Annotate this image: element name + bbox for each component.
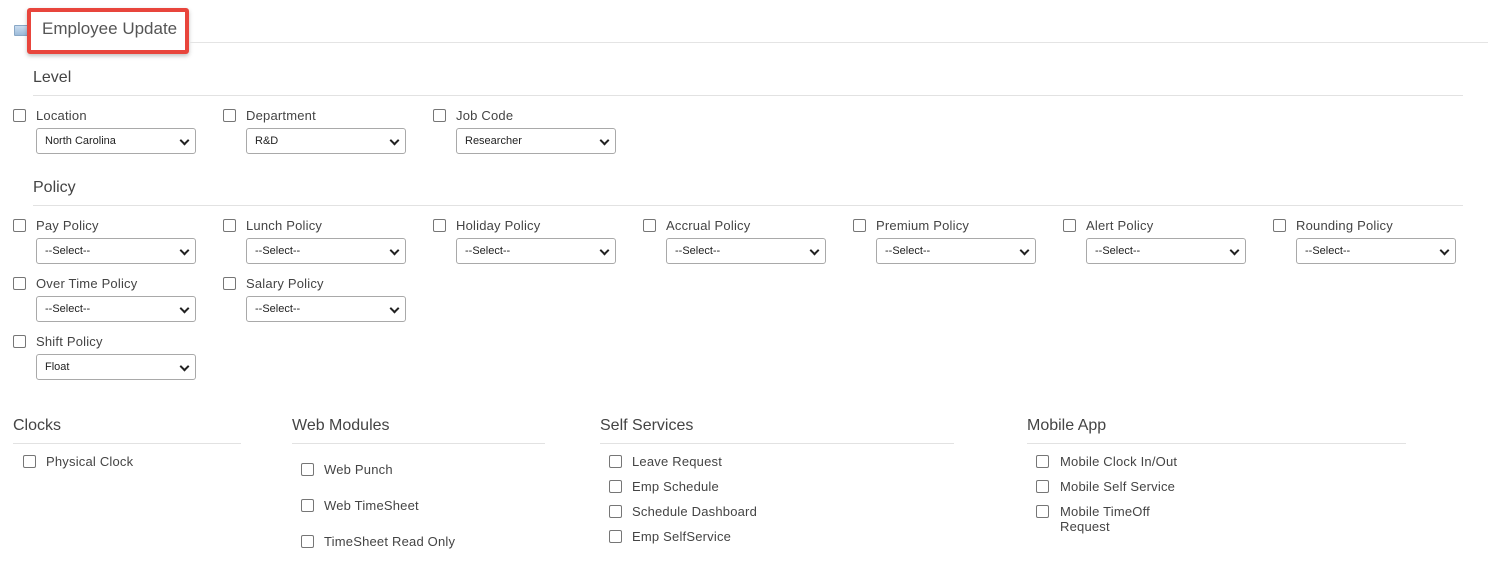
web-punch-label: Web Punch — [324, 462, 393, 477]
shift-policy-label: Shift Policy — [36, 334, 103, 349]
salary-policy-checkbox[interactable] — [223, 277, 236, 290]
web-punch-checkbox[interactable] — [301, 463, 314, 476]
clocks-section-title: Clocks — [13, 417, 62, 434]
chevron-down-icon — [1019, 245, 1030, 256]
pay-policy-checkbox[interactable] — [13, 219, 26, 232]
mobile-timeoff-label: Mobile TimeOff Request — [1060, 504, 1150, 534]
salary-policy-select[interactable]: --Select-- — [246, 296, 406, 322]
location-checkbox[interactable] — [13, 109, 26, 122]
rounding-policy-label: Rounding Policy — [1296, 218, 1393, 233]
holiday-policy-label: Holiday Policy — [456, 218, 541, 233]
premium-policy-checkbox[interactable] — [853, 219, 866, 232]
over-time-policy-select[interactable]: --Select-- — [36, 296, 196, 322]
alert-policy-select[interactable]: --Select-- — [1086, 238, 1246, 264]
mobile-app-section-title: Mobile App — [1027, 417, 1107, 434]
accrual-policy-label: Accrual Policy — [666, 218, 751, 233]
salary-policy-label: Salary Policy — [246, 276, 324, 291]
chevron-down-icon — [599, 245, 610, 256]
policy-divider — [33, 205, 1463, 206]
accrual-policy-select[interactable]: --Select-- — [666, 238, 826, 264]
chevron-down-icon — [389, 303, 400, 314]
shift-policy-select[interactable]: Float — [36, 354, 196, 380]
mobile-app-divider — [1027, 443, 1406, 444]
page-title: Employee Update — [42, 19, 178, 38]
web-timesheet-checkbox[interactable] — [301, 499, 314, 512]
chevron-down-icon — [179, 245, 190, 256]
timesheet-read-only-label: TimeSheet Read Only — [324, 534, 456, 549]
chevron-down-icon — [179, 135, 190, 146]
mobile-clock-label: Mobile Clock In/Out — [1060, 454, 1178, 469]
chevron-down-icon — [599, 135, 610, 146]
lunch-policy-checkbox[interactable] — [223, 219, 236, 232]
emp-selfservice-checkbox[interactable] — [609, 530, 622, 543]
mobile-self-service-checkbox[interactable] — [1036, 480, 1049, 493]
premium-policy-label: Premium Policy — [876, 218, 970, 233]
web-modules-section-title: Web Modules — [292, 417, 390, 434]
web-modules-divider — [292, 443, 545, 444]
emp-schedule-checkbox[interactable] — [609, 480, 622, 493]
lunch-policy-label: Lunch Policy — [246, 218, 323, 233]
level-divider — [33, 95, 1463, 96]
over-time-policy-checkbox[interactable] — [13, 277, 26, 290]
self-services-divider — [600, 443, 954, 444]
schedule-dashboard-checkbox[interactable] — [609, 505, 622, 518]
alert-policy-label: Alert Policy — [1086, 218, 1154, 233]
location-label: Location — [36, 108, 87, 123]
leave-request-checkbox[interactable] — [609, 455, 622, 468]
job-code-label: Job Code — [456, 108, 514, 123]
header-divider — [190, 42, 1488, 43]
holiday-policy-checkbox[interactable] — [433, 219, 446, 232]
pay-policy-label: Pay Policy — [36, 218, 99, 233]
level-section-title: Level — [33, 69, 72, 86]
alert-policy-checkbox[interactable] — [1063, 219, 1076, 232]
self-services-section-title: Self Services — [600, 417, 694, 434]
mobile-self-service-label: Mobile Self Service — [1060, 479, 1176, 494]
holiday-policy-select[interactable]: --Select-- — [456, 238, 616, 264]
accrual-policy-checkbox[interactable] — [643, 219, 656, 232]
rounding-policy-checkbox[interactable] — [1273, 219, 1286, 232]
mobile-timeoff-checkbox[interactable] — [1036, 505, 1049, 518]
department-select[interactable]: R&D — [246, 128, 406, 154]
department-checkbox[interactable] — [223, 109, 236, 122]
mobile-clock-checkbox[interactable] — [1036, 455, 1049, 468]
physical-clock-checkbox[interactable] — [23, 455, 36, 468]
over-time-policy-label: Over Time Policy — [36, 276, 138, 291]
lunch-policy-select[interactable]: --Select-- — [246, 238, 406, 264]
page-icon — [14, 25, 28, 36]
chevron-down-icon — [809, 245, 820, 256]
job-code-select[interactable]: Researcher — [456, 128, 616, 154]
job-code-checkbox[interactable] — [433, 109, 446, 122]
premium-policy-select[interactable]: --Select-- — [876, 238, 1036, 264]
emp-schedule-label: Emp Schedule — [632, 479, 719, 494]
web-timesheet-label: Web TimeSheet — [324, 498, 419, 513]
schedule-dashboard-label: Schedule Dashboard — [632, 504, 758, 519]
chevron-down-icon — [389, 135, 400, 146]
shift-policy-checkbox[interactable] — [13, 335, 26, 348]
leave-request-label: Leave Request — [632, 454, 723, 469]
emp-selfservice-label: Emp SelfService — [632, 529, 732, 544]
chevron-down-icon — [179, 303, 190, 314]
department-label: Department — [246, 108, 316, 123]
location-select[interactable]: North Carolina — [36, 128, 196, 154]
rounding-policy-select[interactable]: --Select-- — [1296, 238, 1456, 264]
pay-policy-select[interactable]: --Select-- — [36, 238, 196, 264]
chevron-down-icon — [1439, 245, 1450, 256]
chevron-down-icon — [389, 245, 400, 256]
timesheet-read-only-checkbox[interactable] — [301, 535, 314, 548]
physical-clock-label: Physical Clock — [46, 454, 134, 469]
clocks-divider — [13, 443, 241, 444]
chevron-down-icon — [1229, 245, 1240, 256]
chevron-down-icon — [179, 361, 190, 372]
policy-section-title: Policy — [33, 179, 76, 196]
